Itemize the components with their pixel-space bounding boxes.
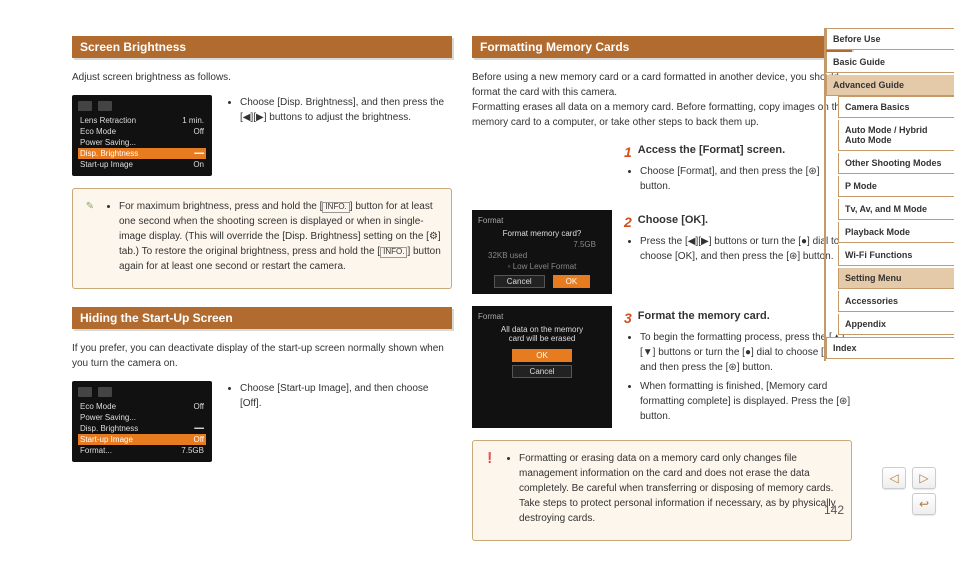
step-3-detail-1: To begin the formatting process, press t… (640, 330, 852, 375)
format-intro: Before using a new memory card or a card… (472, 70, 852, 130)
info-button-label: INFO. (380, 247, 407, 258)
next-page-button[interactable]: ▷ (912, 467, 936, 489)
tools-icon (98, 101, 112, 111)
step-2-detail: Press the [◀][▶] buttons or turn the [●]… (640, 234, 852, 264)
nav-accessories[interactable]: Accessories (838, 291, 954, 312)
camera-icon (78, 101, 92, 111)
guide-nav: Before Use Basic Guide Advanced Guide Ca… (824, 28, 954, 361)
nav-playback[interactable]: Playback Mode (838, 222, 954, 243)
format-dialog-2: Format All data on the memory card will … (472, 306, 612, 428)
info-button-label: INFO. (322, 202, 349, 213)
brightness-tip-box: ✎ For maximum brightness, press and hold… (72, 188, 452, 289)
brightness-intro: Adjust screen brightness as follows. (72, 70, 452, 85)
format-dialog-1: Format Format memory card? 7.5GB 32KB us… (472, 210, 612, 294)
brightness-instructions: Choose [Disp. Brightness], and then pres… (224, 95, 452, 176)
format-warning-box: ❗ Formatting or erasing data on a memory… (472, 440, 852, 541)
page-number: 142 (824, 503, 844, 517)
step-3: 3Format the memory card. (624, 310, 852, 326)
nav-p-mode[interactable]: P Mode (838, 176, 954, 197)
nav-camera-basics[interactable]: Camera Basics (838, 96, 954, 118)
prev-page-button[interactable]: ◁ (882, 467, 906, 489)
warning-icon: ❗ (481, 449, 499, 467)
startup-instructions: Choose [Start-up Image], and then choose… (224, 381, 452, 462)
nav-setting-menu[interactable]: Setting Menu (838, 268, 954, 289)
nav-wifi[interactable]: Wi-Fi Functions (838, 245, 954, 266)
nav-basic-guide[interactable]: Basic Guide (826, 52, 954, 73)
step-1-detail: Choose [Format], and then press the [⊛] … (640, 164, 852, 194)
section-hiding-startup-header: Hiding the Start-Up Screen (72, 307, 452, 329)
brightness-menu-screenshot: Lens Retraction1 min. Eco ModeOff Power … (72, 95, 212, 176)
section-format-header: Formatting Memory Cards (472, 36, 852, 58)
startup-menu-screenshot: Eco ModeOff Power Saving... Disp. Bright… (72, 381, 212, 462)
nav-auto-mode[interactable]: Auto Mode / Hybrid Auto Mode (838, 120, 954, 151)
nav-advanced-guide[interactable]: Advanced Guide (826, 75, 954, 96)
nav-index[interactable]: Index (826, 337, 954, 359)
pencil-icon: ✎ (81, 197, 99, 215)
camera-icon (78, 387, 92, 397)
return-button[interactable]: ↩ (912, 493, 936, 515)
nav-tv-av-m[interactable]: Tv, Av, and M Mode (838, 199, 954, 220)
step-2: 2Choose [OK]. (624, 214, 852, 230)
nav-before-use[interactable]: Before Use (826, 28, 954, 50)
startup-intro: If you prefer, you can deactivate displa… (72, 341, 452, 371)
nav-appendix[interactable]: Appendix (838, 314, 954, 335)
step-3-detail-2: When formatting is finished, [Memory car… (640, 379, 852, 424)
nav-other-shooting[interactable]: Other Shooting Modes (838, 153, 954, 174)
step-1: 1Access the [Format] screen. (624, 144, 852, 160)
tools-icon (98, 387, 112, 397)
section-screen-brightness-header: Screen Brightness (72, 36, 452, 58)
